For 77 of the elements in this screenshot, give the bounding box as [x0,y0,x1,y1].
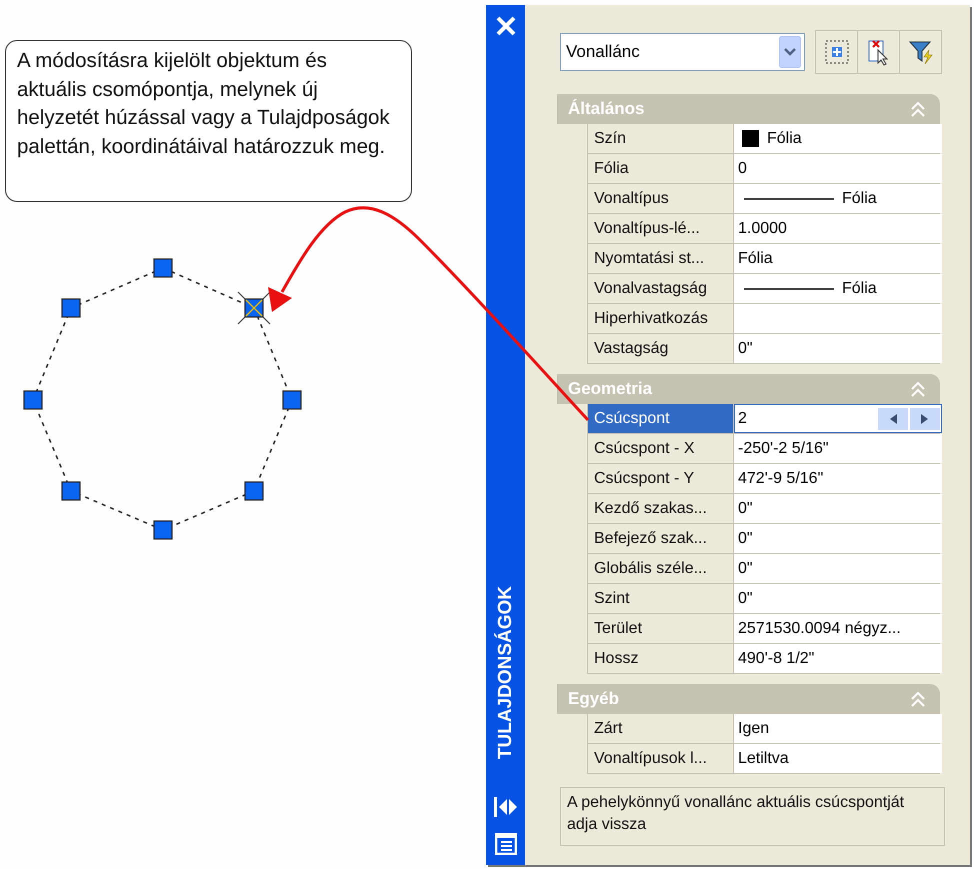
value-cell[interactable]: 472'-9 5/16" [734,464,942,493]
property-label[interactable]: Csúcspont - X [588,434,733,463]
value-cell[interactable]: Fólia [734,184,942,213]
property-label[interactable]: Hossz [588,644,733,673]
value-cell[interactable]: 490'-8 1/2" [734,644,942,673]
value-cell[interactable]: 0" [734,524,942,553]
grip-handle[interactable] [153,520,173,540]
property-value[interactable]: Igen [738,720,770,738]
property-label[interactable]: Befejező szak... [588,524,733,553]
auto-hide-icon[interactable] [494,797,518,817]
property-value[interactable]: Fólia [842,190,877,208]
property-value[interactable]: 2 [738,410,747,428]
property-value[interactable]: 0" [738,500,753,518]
grip-handle[interactable] [153,258,173,278]
property-value[interactable]: 0" [738,340,753,358]
value-cell[interactable]: -250'-2 5/16" [734,434,942,463]
property-label[interactable]: Vonaltípusok l... [588,744,733,773]
grip-handle[interactable] [244,481,264,501]
section-title: Geometria [568,379,652,399]
property-label[interactable]: Csúcspont - Y [588,464,733,493]
property-value[interactable]: 472'-9 5/16" [738,470,824,488]
callout-text: A módosításra kijelölt objektum és aktuális csomópontja, melynek új helyzetét húzással vagy a Tulajdposágok palettán, koordinátáival határozzuk meg. [5,40,412,202]
property-label[interactable]: Vastagság [588,334,733,363]
property-value[interactable]: Fólia [842,280,877,298]
property-label[interactable]: Vonalvastagság [588,274,733,303]
palette-title: TULAJDONSÁGOK [494,586,516,759]
grip-handle[interactable] [61,481,81,501]
property-label[interactable]: Szín [588,124,733,153]
property-value[interactable]: 0" [738,560,753,578]
object-type-dropdown[interactable]: Vonallánc [560,33,805,71]
property-label[interactable]: Globális széle... [588,554,733,583]
property-label[interactable]: Kezdő szakas... [588,494,733,523]
grip-handle[interactable] [238,292,270,324]
property-value[interactable]: -250'-2 5/16" [738,440,829,458]
property-label[interactable]: Nyomtatási st... [588,244,733,273]
property-label[interactable]: Zárt [588,714,733,743]
properties-menu-icon[interactable] [494,833,516,855]
quick-select-icon[interactable] [822,38,850,66]
property-value[interactable]: 490'-8 1/2" [738,650,814,668]
property-label[interactable]: Vonaltípus [588,184,733,213]
section-title: Egyéb [568,689,620,709]
grip-handle[interactable] [23,390,43,410]
description-text: A pehelykönnyű vonallánc aktuális csúcspontját adja vissza [560,787,945,846]
value-cell[interactable]: 0" [734,334,942,363]
value-cell[interactable]: 2571530.0094 négyz... [734,614,942,643]
property-label[interactable]: Vonaltípus-lé... [588,214,733,243]
property-label[interactable]: Csúcspont [588,404,733,433]
section-title: Általános [568,99,645,119]
value-cell[interactable]: 1.0000 [734,214,942,243]
property-value[interactable]: Letiltva [738,750,789,768]
property-label[interactable]: Fólia [588,154,733,183]
value-cell[interactable]: 0" [734,584,942,613]
value-cell[interactable]: 0" [734,554,942,583]
value-cell[interactable]: Letiltva [734,744,942,773]
grip-handle[interactable] [282,390,302,410]
property-value[interactable]: Fólia [767,130,802,148]
property-label[interactable]: Szint [588,584,733,613]
value-cell[interactable]: Igen [734,714,942,743]
value-cell[interactable]: 2 [734,404,942,433]
line-sample-icon [744,286,834,292]
property-label[interactable]: Terület [588,614,733,643]
property-value[interactable]: 0" [738,590,753,608]
value-cell[interactable]: Fólia [734,244,942,273]
value-cell[interactable] [734,304,942,333]
value-cell[interactable]: 0" [734,494,942,523]
property-value[interactable]: 0 [738,160,747,178]
value-cell[interactable]: Fólia [734,274,942,303]
close-icon[interactable] [494,15,516,37]
grip-handle[interactable] [61,298,81,318]
property-value[interactable]: 1.0000 [738,220,787,238]
line-sample-icon [744,196,834,202]
property-value[interactable]: 2571530.0094 négyz... [738,620,901,638]
property-label[interactable]: Hiperhivatkozás [588,304,733,333]
property-value[interactable]: Fólia [738,250,773,268]
value-cell[interactable]: Fólia [734,124,942,153]
property-value[interactable]: 0" [738,530,753,548]
value-cell[interactable]: 0 [734,154,942,183]
